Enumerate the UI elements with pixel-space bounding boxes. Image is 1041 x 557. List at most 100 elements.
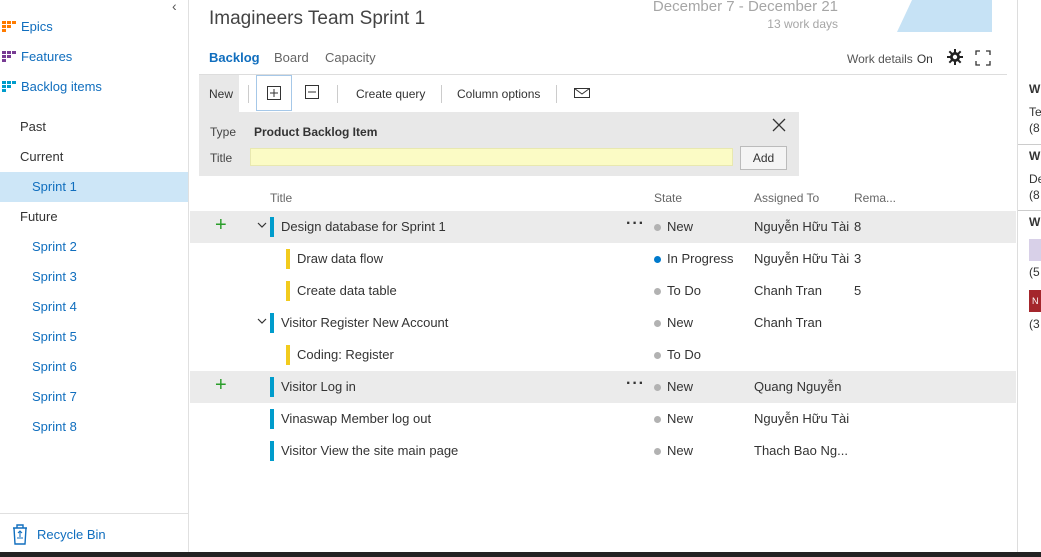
- current-group-label: Current: [20, 149, 64, 164]
- sidebar-item-features[interactable]: Features: [0, 42, 188, 72]
- tab-capacity[interactable]: Capacity: [325, 50, 376, 65]
- panel-text: (5: [1029, 265, 1040, 279]
- panel-text: (3: [1029, 317, 1040, 331]
- table-row[interactable]: Vinaswap Member log out New Nguyễn Hữu Tài: [190, 403, 1016, 435]
- row-title[interactable]: Visitor View the site main page: [281, 443, 458, 458]
- column-header-state[interactable]: State: [654, 191, 682, 205]
- divider: [337, 85, 338, 103]
- row-title[interactable]: Vinaswap Member log out: [281, 411, 431, 426]
- table-row[interactable]: Visitor Register New Account New Chanh Tra…: [190, 307, 1016, 339]
- divider: [248, 85, 249, 103]
- sidebar-item-sprint-8[interactable]: Sprint 8: [0, 412, 188, 442]
- fullscreen-icon[interactable]: [975, 50, 991, 66]
- row-state: New: [667, 411, 694, 426]
- work-details-toggle[interactable]: Work details On: [847, 52, 933, 66]
- table-row[interactable]: + Visitor Log in ··· New Quang Nguyễn: [190, 371, 1016, 403]
- close-icon[interactable]: [772, 118, 786, 132]
- recycle-bin-icon: [13, 524, 27, 545]
- sidebar-item-epics[interactable]: Epics: [0, 12, 188, 42]
- state-indicator: [654, 256, 661, 263]
- add-button[interactable]: Add: [740, 146, 787, 170]
- column-header-assigned-to[interactable]: Assigned To: [754, 191, 819, 205]
- tab-board[interactable]: Board: [274, 50, 309, 65]
- left-sidebar: ‹ Epics Features Backlog items Past Curr…: [0, 0, 189, 557]
- chevron-down-icon[interactable]: [257, 221, 267, 229]
- row-assigned-to: Nguyễn Hữu Tài: [754, 251, 850, 266]
- page-title: Imagineers Team Sprint 1: [209, 8, 426, 29]
- add-child-icon[interactable]: +: [215, 374, 227, 397]
- add-item-panel: Type Product Backlog Item Title Add: [199, 112, 799, 176]
- table-row[interactable]: Coding: Register To Do: [190, 339, 1016, 371]
- user-badge[interactable]: N: [1029, 290, 1041, 312]
- row-assigned-to: Nguyễn Hữu Tài: [754, 219, 850, 234]
- avatar[interactable]: [1029, 239, 1041, 261]
- state-indicator: [654, 288, 661, 295]
- sidebar-item-sprint-4[interactable]: Sprint 4: [0, 292, 188, 322]
- state-indicator: [654, 416, 661, 423]
- collapse-all-button[interactable]: [302, 75, 326, 111]
- toolbar: New Create query Column options: [199, 74, 1007, 113]
- row-title[interactable]: Visitor Log in: [281, 379, 356, 394]
- gear-icon[interactable]: [947, 49, 963, 65]
- row-assigned-to: Nguyễn Hữu Tài: [754, 411, 850, 426]
- sidebar-item-sprint-7[interactable]: Sprint 7: [0, 382, 188, 412]
- type-value: Product Backlog Item: [254, 125, 378, 139]
- row-assigned-to: Chanh Tran: [754, 283, 822, 298]
- row-assigned-to: Quang Nguyễn: [754, 379, 842, 394]
- table-row[interactable]: + Design database for Sprint 1 ··· New Nguyễ…: [190, 211, 1016, 243]
- row-title[interactable]: Create data table: [297, 283, 397, 298]
- type-label: Type: [210, 125, 237, 139]
- pbi-color-bar: [270, 377, 274, 397]
- column-header-remaining[interactable]: Rema...: [854, 191, 896, 205]
- sidebar-item-sprint-2[interactable]: Sprint 2: [0, 232, 188, 262]
- pbi-color-bar: [270, 409, 274, 429]
- column-header-title[interactable]: Title: [270, 191, 292, 205]
- sidebar-item-sprint-6[interactable]: Sprint 6: [0, 352, 188, 382]
- column-options-button[interactable]: Column options: [457, 87, 540, 101]
- table-row[interactable]: Draw data flow In Progress Nguyễn Hữu Tài 3: [190, 243, 1016, 275]
- more-options-icon[interactable]: ···: [626, 215, 645, 233]
- row-title[interactable]: Draw data flow: [297, 251, 383, 266]
- expand-all-button[interactable]: [256, 75, 292, 111]
- sidebar-item-sprint-5[interactable]: Sprint 5: [0, 322, 188, 352]
- expand-all-icon: [267, 86, 281, 100]
- row-title[interactable]: Coding: Register: [297, 347, 394, 362]
- new-button[interactable]: New: [199, 75, 239, 113]
- recycle-bin-link[interactable]: Recycle Bin: [0, 513, 188, 557]
- table-row[interactable]: Visitor View the site main page New Thach …: [190, 435, 1016, 467]
- work-days: 13 work days: [767, 17, 838, 31]
- add-child-icon[interactable]: +: [215, 214, 227, 237]
- sidebar-item-label: Backlog items: [21, 79, 102, 94]
- panel-text: (8: [1029, 188, 1040, 202]
- sidebar-item-sprint-3[interactable]: Sprint 3: [0, 262, 188, 292]
- row-state: New: [667, 443, 694, 458]
- row-state: In Progress: [667, 251, 734, 266]
- chevron-down-icon[interactable]: [257, 317, 267, 325]
- panel-heading: W: [1029, 215, 1041, 229]
- panel-heading: W: [1029, 149, 1041, 163]
- burndown-thumbnail[interactable]: [862, 0, 992, 32]
- new-button-label: New: [209, 87, 234, 101]
- panel-text: (8: [1029, 121, 1040, 135]
- row-title[interactable]: Design database for Sprint 1: [281, 219, 446, 234]
- table-row[interactable]: Create data table To Do Chanh Tran 5: [190, 275, 1016, 307]
- sidebar-item-backlog-items[interactable]: Backlog items: [0, 72, 188, 102]
- panel-heading: W: [1029, 82, 1041, 96]
- row-state: New: [667, 315, 694, 330]
- panel-text: Tea: [1029, 105, 1041, 119]
- more-options-icon[interactable]: ···: [626, 375, 645, 393]
- divider: [1018, 144, 1041, 145]
- features-icon: [2, 51, 16, 62]
- email-icon[interactable]: [574, 86, 590, 100]
- past-group-label[interactable]: Past: [20, 112, 46, 142]
- bottom-edge: [0, 552, 1041, 557]
- sidebar-item-sprint-1[interactable]: Sprint 1: [0, 172, 188, 202]
- create-query-button[interactable]: Create query: [356, 87, 425, 101]
- row-remaining: 3: [854, 251, 862, 266]
- state-indicator: [654, 224, 661, 231]
- row-title[interactable]: Visitor Register New Account: [281, 315, 448, 330]
- row-assigned-to: Thach Bao Ng...: [754, 443, 848, 458]
- title-input[interactable]: [250, 148, 733, 166]
- state-indicator: [654, 384, 661, 391]
- tab-backlog[interactable]: Backlog: [209, 50, 260, 65]
